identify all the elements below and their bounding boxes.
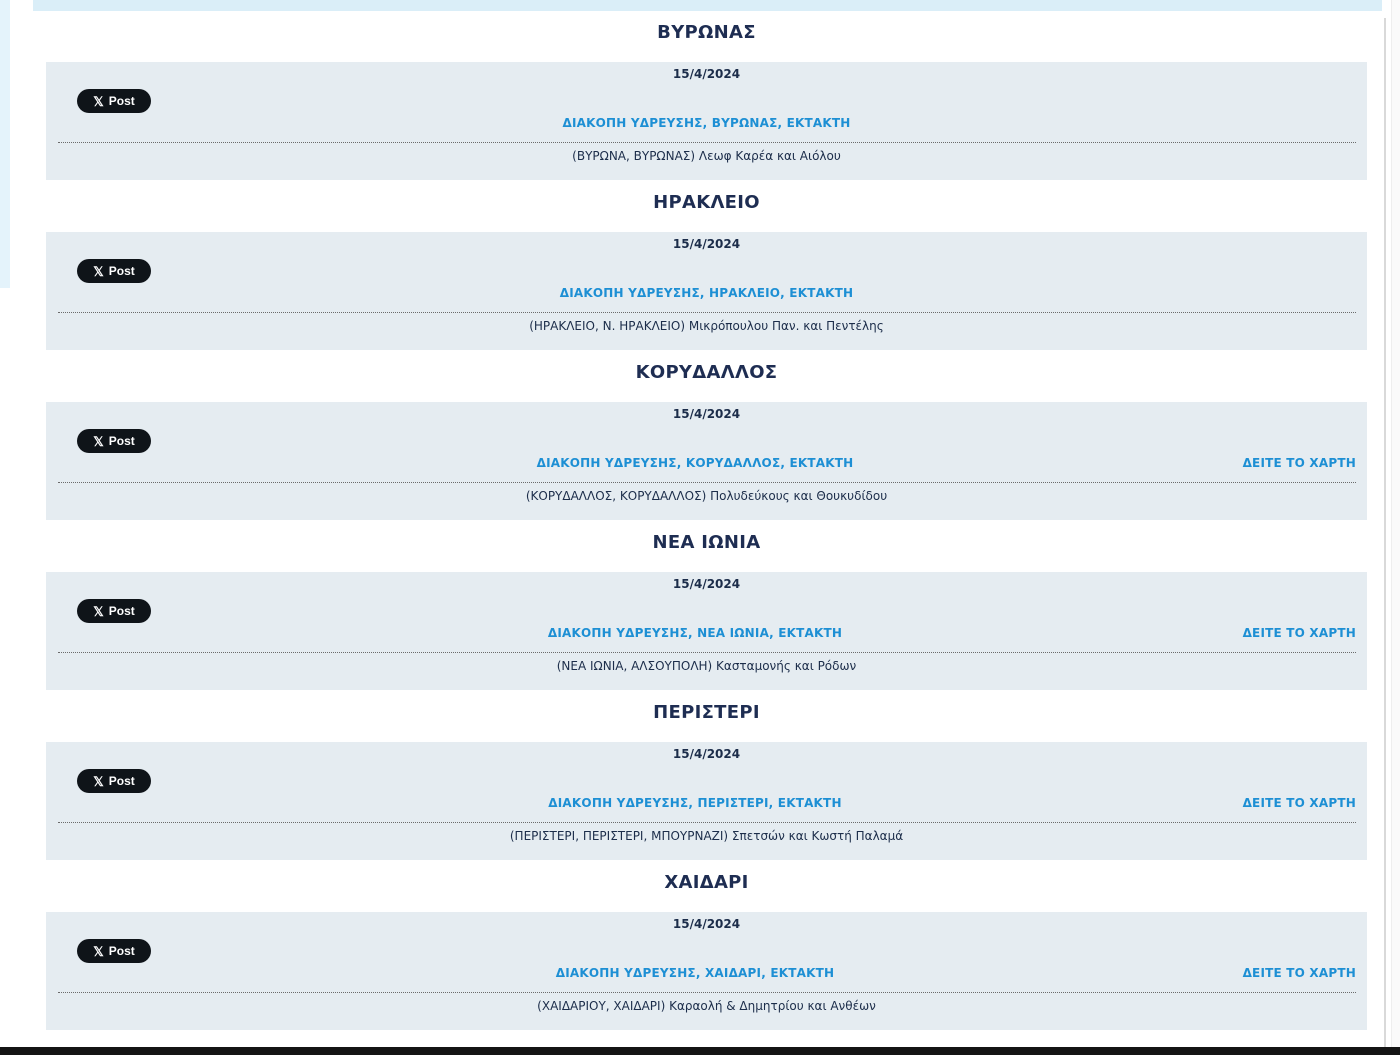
x-post-button[interactable]: 𝕏 Post [77,259,151,283]
page-border [1384,18,1386,1048]
divider [58,142,1356,143]
x-post-button[interactable]: 𝕏 Post [77,429,151,453]
outage-address: (ΚΟΡΥΔΑΛΛΟΣ, ΚΟΡΥΔΑΛΛΟΣ) Πολυδεύκους και… [525,489,888,503]
outage-title-link[interactable]: ΔΙΑΚΟΠΗ ΥΔΡΕΥΣΗΣ, ΒΥΡΩΝΑΣ, ΕΚΤΑΚΤΗ [46,116,1367,130]
outage-section: ΚΟΡΥΔΑΛΛΟΣ 𝕏 Post 15/4/2024 ΔΙΑΚΟΠΗ ΥΔΡΕ… [46,351,1367,521]
outage-date: 15/4/2024 [672,747,741,761]
outage-section: ΗΡΑΚΛΕΙΟ 𝕏 Post 15/4/2024 ΔΙΑΚΟΠΗ ΥΔΡΕΥΣ… [46,181,1367,351]
top-banner-band [33,0,1382,11]
outage-section: ΒΥΡΩΝΑΣ 𝕏 Post 15/4/2024 ΔΙΑΚΟΠΗ ΥΔΡΕΥΣΗ… [46,11,1367,181]
outage-card: 𝕏 Post 15/4/2024 ΔΙΑΚΟΠΗ ΥΔΡΕΥΣΗΣ, ΠΕΡΙΣ… [46,742,1367,860]
divider [58,992,1356,993]
x-post-button[interactable]: 𝕏 Post [77,769,151,793]
outage-section: ΠΕΡΙΣΤΕΡΙ 𝕏 Post 15/4/2024 ΔΙΑΚΟΠΗ ΥΔΡΕΥ… [46,691,1367,861]
x-post-label: Post [108,604,135,618]
see-map-link[interactable]: ΔΕΙΤΕ ΤΟ ΧΑΡΤΗ [1243,966,1356,980]
see-map-link[interactable]: ΔΕΙΤΕ ΤΟ ΧΑΡΤΗ [1243,626,1356,640]
outage-date: 15/4/2024 [672,917,741,931]
scrollbar-track[interactable] [1391,0,1400,1047]
outage-title-link[interactable]: ΔΙΑΚΟΠΗ ΥΔΡΕΥΣΗΣ, ΗΡΑΚΛΕΙΟ, ΕΚΤΑΚΤΗ [46,286,1367,300]
x-post-button[interactable]: 𝕏 Post [77,599,151,623]
outage-card: 𝕏 Post 15/4/2024 ΔΙΑΚΟΠΗ ΥΔΡΕΥΣΗΣ, ΧΑΙΔΑ… [46,912,1367,1030]
outage-date: 15/4/2024 [672,67,741,81]
outage-card: 𝕏 Post 15/4/2024 ΔΙΑΚΟΠΗ ΥΔΡΕΥΣΗΣ, ΚΟΡΥΔ… [46,402,1367,520]
area-title: ΗΡΑΚΛΕΙΟ [653,192,760,213]
outage-address: (ΒΥΡΩΝΑ, ΒΥΡΩΝΑΣ) Λεωφ Καρέα και Αιόλου [572,149,841,163]
x-logo-icon: 𝕏 [93,93,104,109]
outage-address: (ΝΕΑ ΙΩΝΙΑ, ΑΛΣΟΥΠΟΛΗ) Κασταμονής και Ρό… [556,659,857,673]
see-map-link[interactable]: ΔΕΙΤΕ ΤΟ ΧΑΡΤΗ [1243,456,1356,470]
outage-date: 15/4/2024 [672,237,741,251]
outage-section: ΝΕΑ ΙΩΝΙΑ 𝕏 Post 15/4/2024 ΔΙΑΚΟΠΗ ΥΔΡΕΥ… [46,521,1367,691]
bottom-bar [0,1047,1400,1055]
outage-card: 𝕏 Post 15/4/2024 ΔΙΑΚΟΠΗ ΥΔΡΕΥΣΗΣ, ΒΥΡΩΝ… [46,62,1367,180]
outage-title-link[interactable]: ΔΙΑΚΟΠΗ ΥΔΡΕΥΣΗΣ, ΠΕΡΙΣΤΕΡΙ, ΕΚΤΑΚΤΗ [46,796,1344,810]
outage-title-link[interactable]: ΔΙΑΚΟΠΗ ΥΔΡΕΥΣΗΣ, ΧΑΙΔΑΡΙ, ΕΚΤΑΚΤΗ [46,966,1344,980]
divider [58,312,1356,313]
x-logo-icon: 𝕏 [93,943,104,959]
x-logo-icon: 𝕏 [93,603,104,619]
see-map-link[interactable]: ΔΕΙΤΕ ΤΟ ΧΑΡΤΗ [1243,796,1356,810]
x-post-label: Post [108,264,135,278]
x-post-label: Post [108,774,135,788]
divider [58,822,1356,823]
divider [58,652,1356,653]
x-logo-icon: 𝕏 [93,433,104,449]
outage-address: (ΧΑΙΔΑΡΙΟΥ, ΧΑΙΔΑΡΙ) Καραολή & Δημητρίου… [537,999,876,1013]
x-post-button[interactable]: 𝕏 Post [77,939,151,963]
outage-date: 15/4/2024 [672,577,741,591]
outage-address: (ΗΡΑΚΛΕΙΟ, Ν. ΗΡΑΚΛΕΙΟ) Μικρόπουλου Παν.… [529,319,884,333]
divider [58,482,1356,483]
x-logo-icon: 𝕏 [93,773,104,789]
area-title: ΚΟΡΥΔΑΛΛΟΣ [635,362,778,383]
outage-title-link[interactable]: ΔΙΑΚΟΠΗ ΥΔΡΕΥΣΗΣ, ΝΕΑ ΙΩΝΙΑ, ΕΚΤΑΚΤΗ [46,626,1344,640]
outage-card: 𝕏 Post 15/4/2024 ΔΙΑΚΟΠΗ ΥΔΡΕΥΣΗΣ, ΗΡΑΚΛ… [46,232,1367,350]
x-logo-icon: 𝕏 [93,263,104,279]
area-title: ΝΕΑ ΙΩΝΙΑ [652,532,761,553]
x-post-label: Post [108,434,135,448]
outage-title-link[interactable]: ΔΙΑΚΟΠΗ ΥΔΡΕΥΣΗΣ, ΚΟΡΥΔΑΛΛΟΣ, ΕΚΤΑΚΤΗ [46,456,1344,470]
area-title: ΒΥΡΩΝΑΣ [657,22,756,43]
x-post-button[interactable]: 𝕏 Post [77,89,151,113]
outage-address: (ΠΕΡΙΣΤΕΡΙ, ΠΕΡΙΣΤΕΡΙ, ΜΠΟΥΡΝΑΖΙ) Σπετσώ… [509,829,904,843]
left-panel-edge [0,0,10,288]
x-post-label: Post [108,944,135,958]
outage-card: 𝕏 Post 15/4/2024 ΔΙΑΚΟΠΗ ΥΔΡΕΥΣΗΣ, ΝΕΑ Ι… [46,572,1367,690]
area-title: ΧΑΙΔΑΡΙ [664,872,749,893]
x-post-label: Post [108,94,135,108]
outage-list: ΒΥΡΩΝΑΣ 𝕏 Post 15/4/2024 ΔΙΑΚΟΠΗ ΥΔΡΕΥΣΗ… [46,11,1367,1031]
outage-section: ΧΑΙΔΑΡΙ 𝕏 Post 15/4/2024 ΔΙΑΚΟΠΗ ΥΔΡΕΥΣΗ… [46,861,1367,1031]
area-title: ΠΕΡΙΣΤΕΡΙ [653,702,760,723]
outage-date: 15/4/2024 [672,407,741,421]
